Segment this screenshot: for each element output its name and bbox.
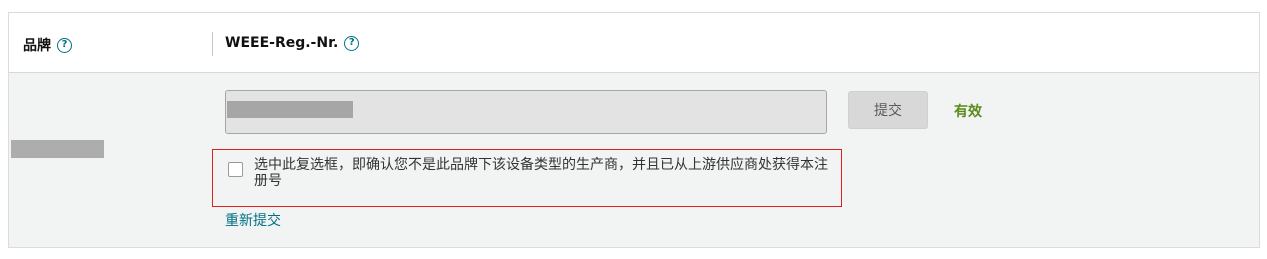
submit-button[interactable]: 提交 <box>848 91 928 129</box>
status-valid-label: 有效 <box>954 104 982 120</box>
column-header-brand: 品牌 ? <box>23 35 72 55</box>
confirm-checkbox[interactable] <box>228 162 243 177</box>
confirm-not-manufacturer-highlight: 选中此复选框，即确认您不是此品牌下该设备类型的生产商，并且已从上游供应商处获得本… <box>212 149 842 207</box>
table-header: 品牌 ? WEEE-Reg.-Nr. ? <box>9 13 1259 73</box>
resubmit-link[interactable]: 重新提交 <box>225 210 281 230</box>
help-icon[interactable]: ? <box>57 37 72 53</box>
weee-registration-table: 品牌 ? WEEE-Reg.-Nr. ? 提交 有效 选中此复选框，即确认您不是… <box>8 12 1260 248</box>
confirm-checkbox-label[interactable]: 选中此复选框，即确认您不是此品牌下该设备类型的生产商，并且已从上游供应商处获得本… <box>254 157 834 189</box>
brand-name-redacted <box>11 140 104 158</box>
column-divider <box>212 32 213 56</box>
help-icon[interactable]: ? <box>344 35 360 51</box>
weee-column-label: WEEE-Reg.-Nr. <box>225 35 339 51</box>
column-header-weee: WEEE-Reg.-Nr. ? <box>225 35 360 51</box>
brand-column-label: 品牌 <box>23 38 51 54</box>
registration-number-redacted <box>227 101 353 118</box>
registration-number-input[interactable] <box>225 90 827 134</box>
